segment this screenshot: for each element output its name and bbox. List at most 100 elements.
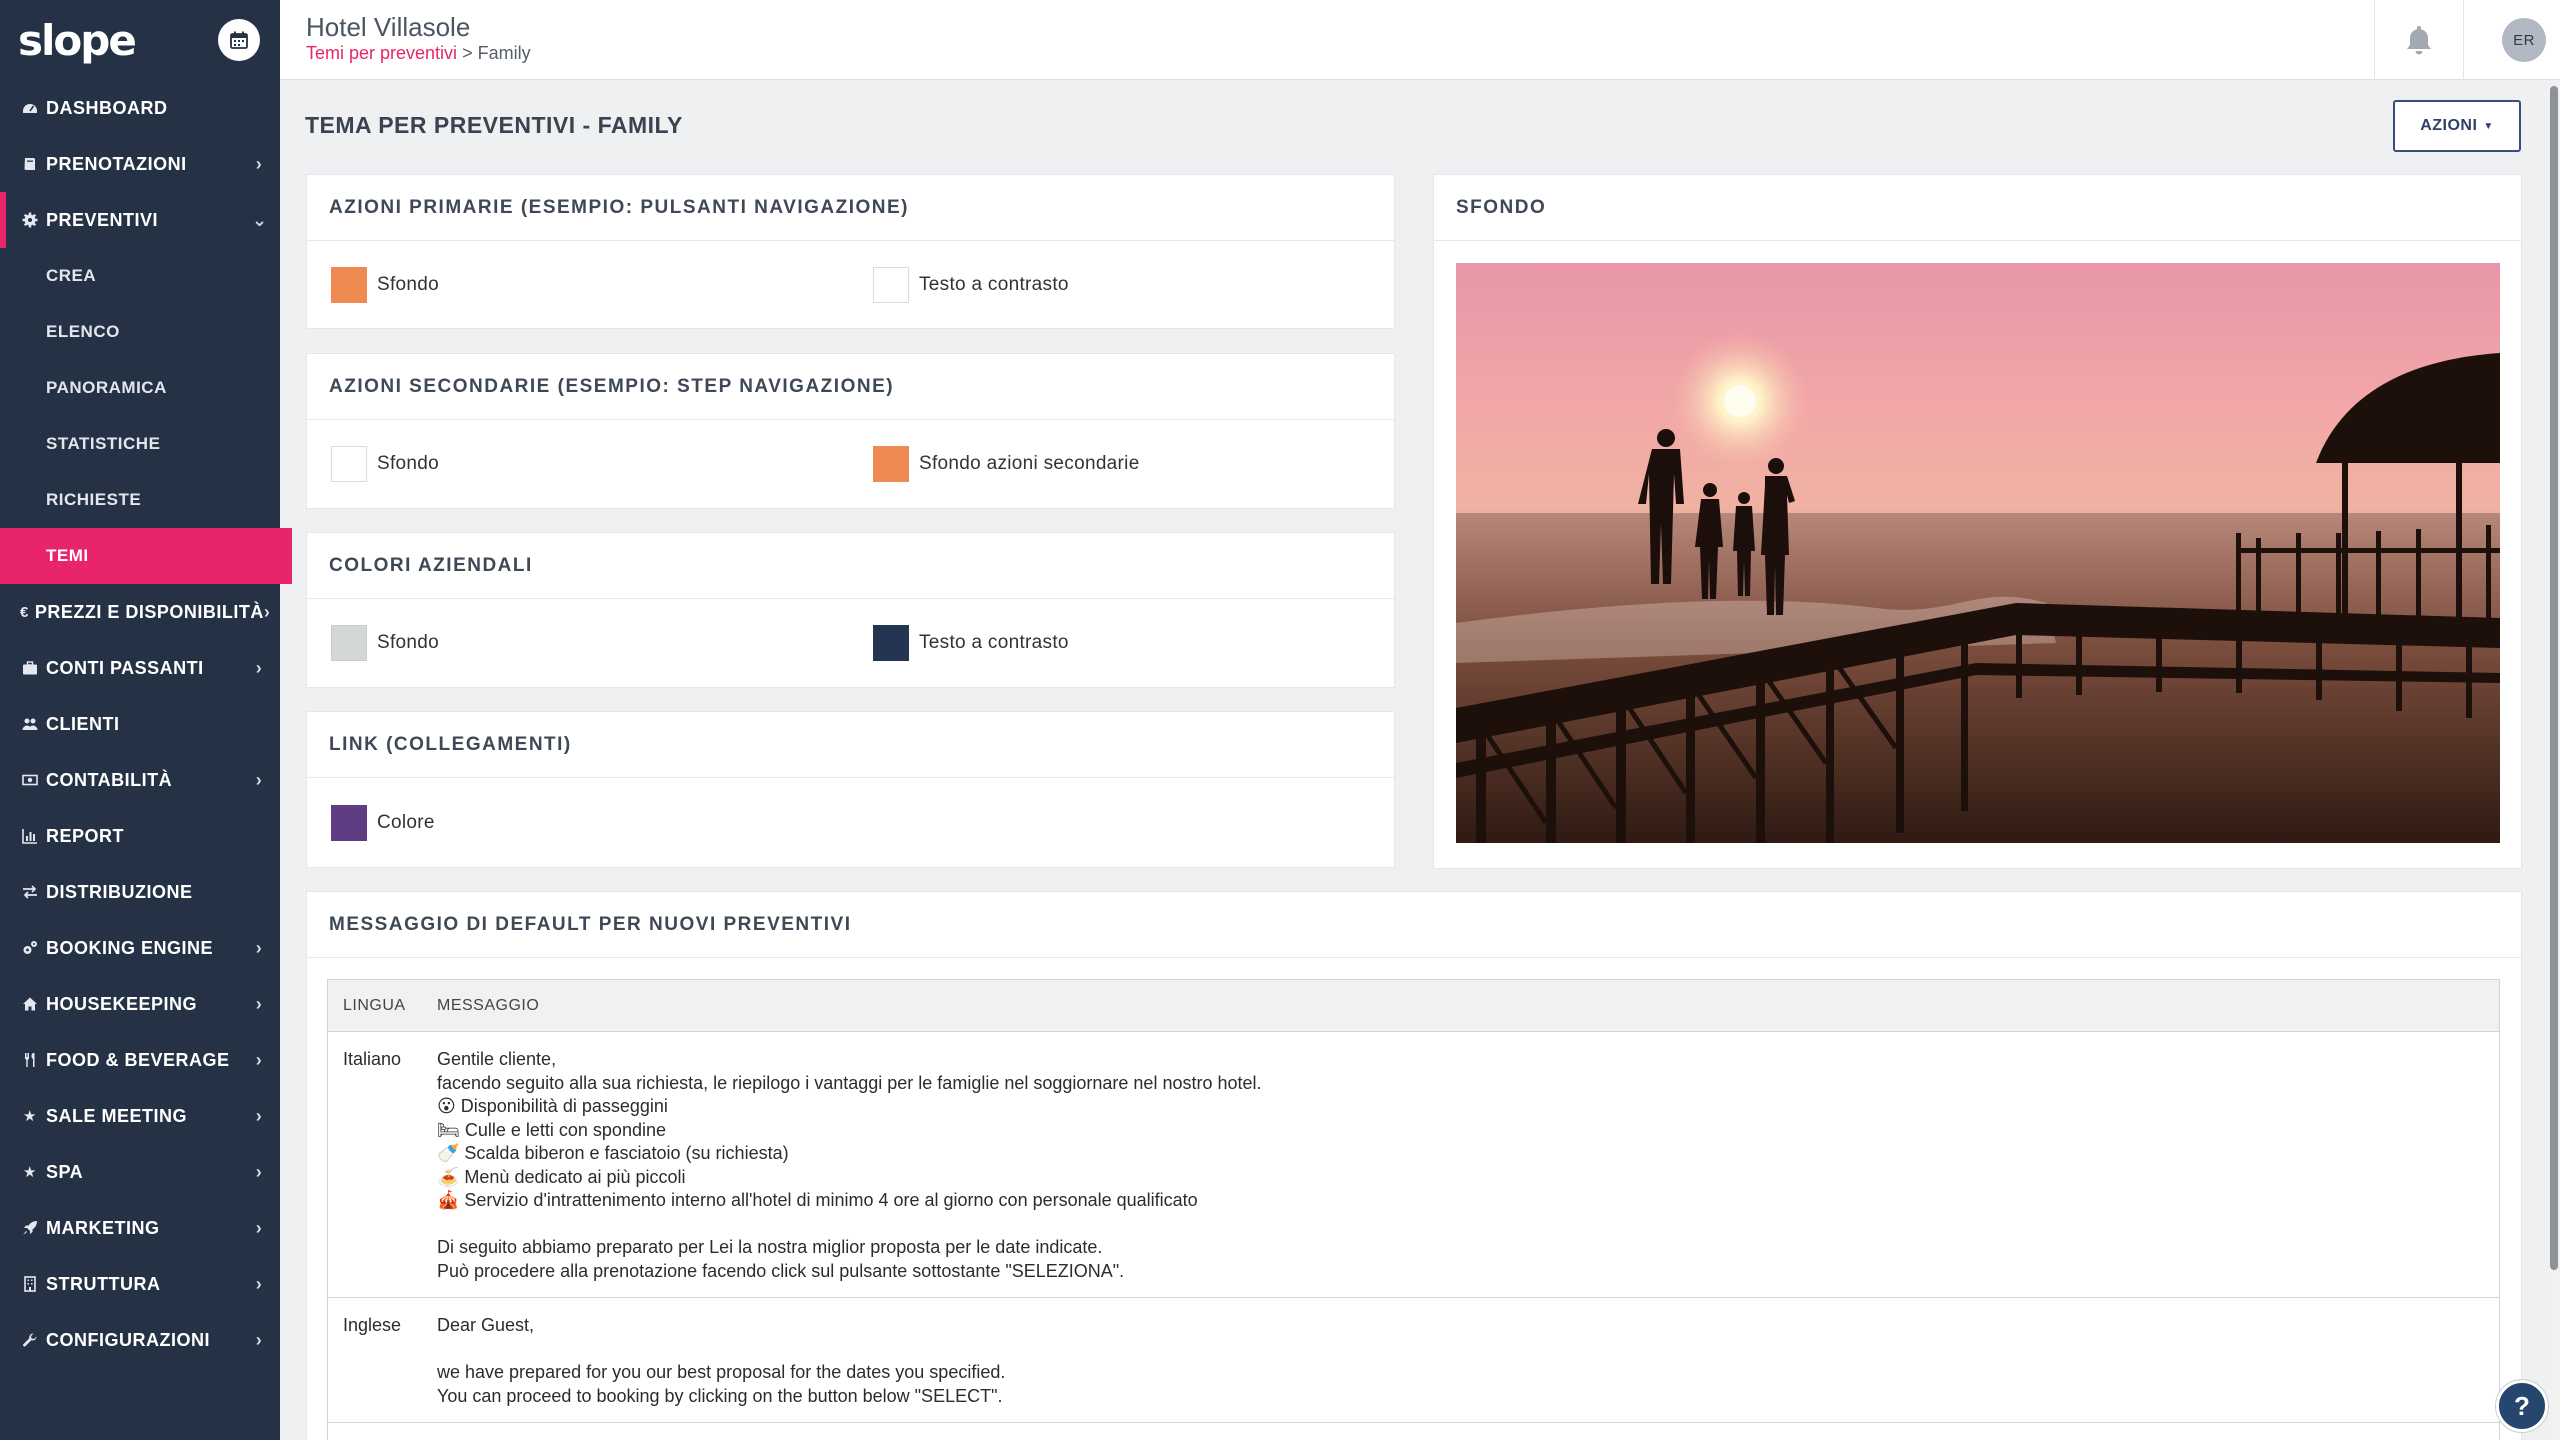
message-line: 🎪 Servizio d'intrattenimento interno all… bbox=[437, 1190, 1198, 1210]
color-swatch[interactable] bbox=[873, 446, 909, 482]
users-icon bbox=[20, 714, 40, 734]
message-line: 😮 Disponibilità di passeggini bbox=[437, 1096, 668, 1116]
question-icon: ? bbox=[2514, 1390, 2530, 1421]
swatch-sfondo[interactable]: Sfondo bbox=[331, 420, 439, 508]
rocket-icon bbox=[20, 1218, 40, 1238]
user-avatar[interactable]: ER bbox=[2502, 18, 2546, 62]
message-line: 🛏 Culle e letti con spondine bbox=[437, 1119, 666, 1140]
wrench-icon bbox=[20, 1330, 40, 1350]
sidebar-item-spa[interactable]: ★ SPA › bbox=[0, 1144, 280, 1200]
cogs-icon bbox=[20, 938, 40, 958]
card-title: MESSAGGIO DI DEFAULT PER NUOVI PREVENTIV… bbox=[307, 892, 2521, 958]
chevron-right-icon: › bbox=[255, 1105, 263, 1126]
sidebar-item-prezzi[interactable]: € PREZZI E DISPONIBILITÀ › bbox=[0, 584, 280, 640]
scrollbar-thumb[interactable] bbox=[2550, 86, 2558, 1270]
sidebar-subitem-statistiche[interactable]: STATISTICHE bbox=[0, 416, 280, 472]
hotel-name: Hotel Villasole bbox=[306, 12, 471, 42]
sidebar-item-prenotazioni[interactable]: PRENOTAZIONI › bbox=[0, 136, 280, 192]
table-row[interactable]: Inglese Dear Guest, we have prepared for… bbox=[328, 1298, 2499, 1423]
actions-dropdown-button[interactable]: AZIONI ▼ bbox=[2393, 100, 2521, 152]
swatch-sfondo-azioni-secondarie[interactable]: Sfondo azioni secondarie bbox=[873, 420, 1140, 508]
sidebar-item-label: SALE MEETING bbox=[46, 1105, 188, 1126]
sidebar-item-label: PRENOTAZIONI bbox=[46, 153, 187, 174]
sidebar-item-preventivi[interactable]: PREVENTIVI ⌄ bbox=[0, 192, 280, 248]
color-swatch[interactable] bbox=[331, 266, 367, 303]
page-scrollbar[interactable] bbox=[2548, 80, 2560, 1440]
sidebar-subitem-crea[interactable]: CREA bbox=[0, 248, 280, 304]
color-swatch[interactable] bbox=[331, 804, 367, 841]
sidebar-item-food-beverage[interactable]: FOOD & BEVERAGE › bbox=[0, 1032, 280, 1088]
swatch-testo-contrasto[interactable]: Testo a contrasto bbox=[873, 599, 1069, 687]
color-swatch[interactable] bbox=[331, 446, 367, 482]
sidebar-subitem-elenco[interactable]: ELENCO bbox=[0, 304, 280, 360]
table-row[interactable]: Italiano Gentile cliente, facendo seguit… bbox=[328, 1032, 2499, 1298]
swatch-colore[interactable]: Colore bbox=[331, 778, 435, 867]
message-line: Dear Guest, bbox=[437, 1315, 535, 1335]
notifications-button[interactable] bbox=[2374, 0, 2464, 80]
messages-table: LINGUA MESSAGGIO Italiano Gentile client… bbox=[327, 979, 2500, 1440]
calendar-button[interactable] bbox=[218, 19, 260, 61]
color-swatch[interactable] bbox=[873, 625, 909, 661]
sidebar-subitem-richieste[interactable]: RICHIESTE bbox=[0, 472, 280, 528]
chevron-right-icon: › bbox=[255, 1161, 263, 1182]
column-header-lingua: LINGUA bbox=[343, 996, 406, 1014]
background-image[interactable] bbox=[1456, 263, 2500, 843]
sidebar-item-distribuzione[interactable]: DISTRIBUZIONE bbox=[0, 864, 280, 920]
breadcrumb: Temi per preventivi > Family bbox=[306, 43, 531, 64]
message-line: 🍝 Menù dedicato ai più piccoli bbox=[437, 1166, 686, 1187]
sidebar-item-marketing[interactable]: MARKETING › bbox=[0, 1200, 280, 1256]
swatch-testo-contrasto[interactable]: Testo a contrasto bbox=[873, 241, 1069, 328]
chevron-right-icon: › bbox=[255, 993, 263, 1014]
chevron-right-icon: › bbox=[255, 153, 263, 174]
sidebar-item-dashboard[interactable]: DASHBOARD bbox=[0, 80, 280, 136]
swatch-label: Sfondo azioni secondarie bbox=[919, 453, 1140, 474]
message-line: facendo seguito alla sua richiesta, le r… bbox=[437, 1072, 1262, 1093]
sidebar-subitem-panoramica[interactable]: PANORAMICA bbox=[0, 360, 280, 416]
sidebar-item-label: BOOKING ENGINE bbox=[46, 937, 214, 958]
card-title: LINK (COLLEGAMENTI) bbox=[307, 712, 1394, 778]
sidebar-item-label: HOUSEKEEPING bbox=[46, 993, 198, 1014]
sidebar-item-label: PREZZI E DISPONIBILITÀ bbox=[34, 601, 264, 622]
sidebar-item-configurazioni[interactable]: CONFIGURAZIONI › bbox=[0, 1312, 280, 1368]
cutlery-icon bbox=[20, 1050, 40, 1070]
color-swatch[interactable] bbox=[873, 266, 909, 303]
card-title: AZIONI SECONDARIE (ESEMPIO: STEP NAVIGAZ… bbox=[307, 354, 1394, 420]
sidebar-item-struttura[interactable]: STRUTTURA › bbox=[0, 1256, 280, 1312]
card-title: COLORI AZIENDALI bbox=[307, 533, 1394, 599]
breadcrumb-link-temi[interactable]: Temi per preventivi bbox=[306, 43, 457, 63]
sidebar-item-label: DISTRIBUZIONE bbox=[46, 881, 193, 902]
swatch-sfondo[interactable]: Sfondo bbox=[331, 599, 439, 687]
message-line: Gentile cliente, bbox=[437, 1049, 557, 1069]
sidebar-item-contabilita[interactable]: CONTABILITÀ › bbox=[0, 752, 280, 808]
euro-icon: € bbox=[20, 603, 29, 621]
swatch-row: Sfondo Sfondo azioni secondarie bbox=[307, 420, 1394, 508]
slope-logo[interactable]: slope bbox=[18, 16, 137, 65]
color-swatch[interactable] bbox=[331, 625, 367, 661]
sidebar-item-booking-engine[interactable]: BOOKING ENGINE › bbox=[0, 920, 280, 976]
sidebar-item-conti-passanti[interactable]: CONTI PASSANTI › bbox=[0, 640, 280, 696]
sidebar-item-label: SPA bbox=[46, 1161, 84, 1182]
message-line: Può procedere alla prenotazione facendo … bbox=[437, 1260, 1125, 1281]
building-icon bbox=[20, 1274, 40, 1294]
help-button[interactable]: ? bbox=[2496, 1380, 2548, 1432]
swatch-label: Testo a contrasto bbox=[919, 273, 1069, 295]
star-icon: ★ bbox=[23, 1108, 37, 1125]
message-line: 🍼 Scalda biberon e fasciatoio (su richie… bbox=[437, 1143, 789, 1163]
sidebar-item-housekeeping[interactable]: HOUSEKEEPING › bbox=[0, 976, 280, 1032]
page-title: TEMA PER PREVENTIVI - FAMILY bbox=[305, 112, 683, 138]
message-line: Di seguito abbiamo preparato per Lei la … bbox=[437, 1237, 1103, 1257]
swatch-row: Sfondo Testo a contrasto bbox=[307, 241, 1394, 328]
sidebar-item-sale-meeting[interactable]: ★ SALE MEETING › bbox=[0, 1088, 280, 1144]
sidebar-nav: DASHBOARD PRENOTAZIONI › PREVENTIVI ⌄ CR… bbox=[0, 80, 292, 1368]
sidebar-item-clienti[interactable]: CLIENTI bbox=[0, 696, 280, 752]
sidebar-item-label: CONTI PASSANTI bbox=[46, 657, 204, 678]
message-line: we have prepared for you our best propos… bbox=[437, 1362, 1006, 1382]
sunset-family-pier-image bbox=[1456, 263, 2500, 843]
sidebar-item-report[interactable]: REPORT bbox=[0, 808, 280, 864]
chevron-right-icon: › bbox=[255, 769, 263, 790]
sidebar-item-label: CLIENTI bbox=[46, 713, 120, 734]
swatch-label: Sfondo bbox=[377, 632, 440, 653]
sidebar-subitem-temi[interactable]: TEMI bbox=[0, 528, 292, 584]
card-title: AZIONI PRIMARIE (ESEMPIO: PULSANTI NAVIG… bbox=[307, 175, 1394, 241]
swatch-sfondo[interactable]: Sfondo bbox=[331, 241, 439, 328]
